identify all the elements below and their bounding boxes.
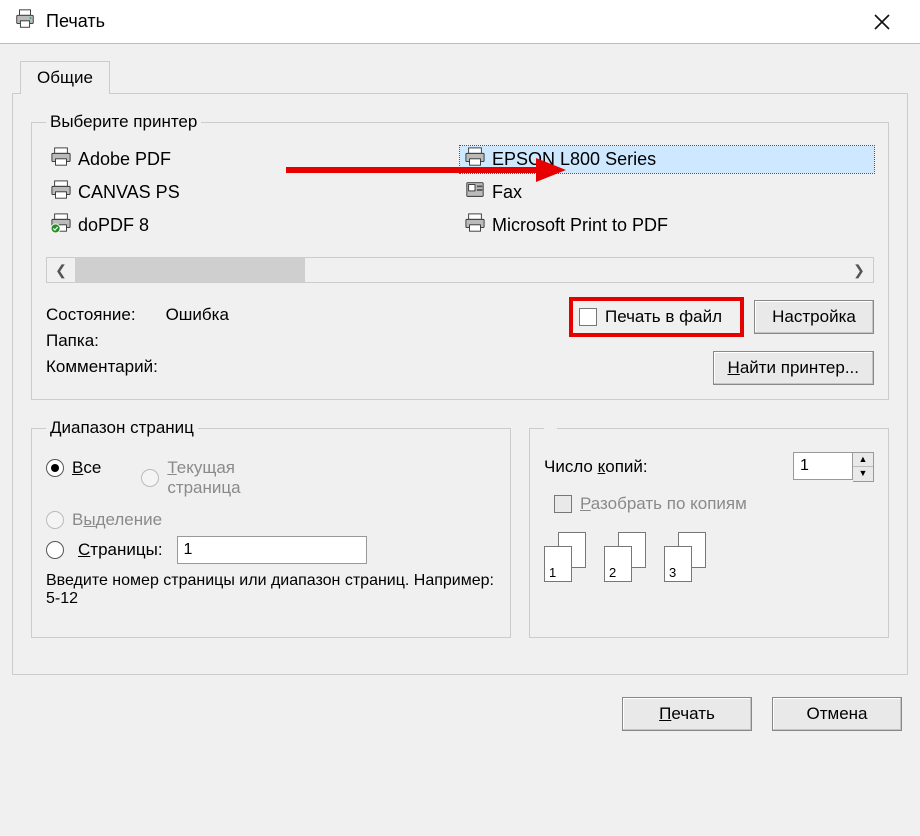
collate-checkbox (554, 495, 572, 513)
printer-label: EPSON L800 Series (492, 149, 656, 170)
status-label: Состояние: (46, 305, 136, 325)
window-title: Печать (46, 11, 852, 32)
page-range-legend: Диапазон страниц (46, 418, 198, 438)
print-dialog: Печать Общие Выберите принтер (0, 0, 920, 836)
page-range-group: Диапазон страниц Все Текущаястраница (31, 418, 511, 638)
range-current-label: Текущаястраница (167, 458, 240, 498)
printer-icon (464, 147, 486, 172)
range-selection-radio (46, 511, 64, 529)
copies-up[interactable]: ▲ (853, 453, 873, 467)
copies-group: . Число копий: ▲ ▼ (529, 418, 889, 638)
printer-item[interactable]: CANVAS PS (46, 179, 460, 206)
printer-icon (14, 8, 36, 35)
printer-icon (50, 213, 72, 238)
range-pages-label: Страницы: (78, 540, 163, 560)
printer-label: Microsoft Print to PDF (492, 215, 668, 236)
folder-label: Папка: (46, 331, 99, 350)
printer-label: Adobe PDF (78, 149, 171, 170)
status-value: Ошибка (166, 305, 229, 325)
print-to-file-label: Печать в файл (605, 307, 722, 327)
print-to-file-row: Печать в файл (569, 297, 744, 337)
tab-general[interactable]: Общие (20, 61, 110, 94)
fax-icon (464, 180, 486, 205)
printer-label: Fax (492, 182, 522, 203)
print-to-file-checkbox[interactable] (579, 308, 597, 326)
range-current-radio (141, 469, 159, 487)
scroll-thumb[interactable] (75, 258, 305, 282)
printer-list: Adobe PDF CANVAS PS doPDF 8 (46, 146, 874, 239)
printer-item[interactable]: doPDF 8 (46, 212, 460, 239)
tabs: Общие (20, 60, 908, 93)
find-printer-button[interactable]: Найти принтер... (713, 351, 874, 385)
copies-down[interactable]: ▼ (853, 467, 873, 481)
titlebar: Печать (0, 0, 920, 44)
range-all-radio[interactable] (46, 459, 64, 477)
scroll-left-arrow[interactable]: ❮ (47, 262, 75, 279)
tab-panel: Выберите принтер Adobe PDF CANVA (12, 93, 908, 675)
page-range-hint: Введите номер страницы или диапазон стра… (46, 572, 496, 608)
copies-count-label: Число копий: (544, 457, 648, 477)
printer-icon (50, 147, 72, 172)
scroll-right-arrow[interactable]: ❯ (845, 262, 873, 279)
collate-diagram: 1 1 2 2 3 3 (544, 532, 874, 582)
copies-input[interactable] (793, 452, 853, 480)
collate-label: Разобрать по копиям (580, 494, 747, 514)
comment-label: Комментарий: (46, 357, 158, 376)
copies-spinner[interactable]: ▲ ▼ (793, 452, 874, 482)
close-button[interactable] (852, 0, 912, 44)
cancel-button[interactable]: Отмена (772, 697, 902, 731)
print-button[interactable]: Печать (622, 697, 752, 731)
settings-button[interactable]: Настройка (754, 300, 874, 334)
printer-item[interactable]: Microsoft Print to PDF (460, 212, 874, 239)
dialog-buttons: Печать Отмена (12, 697, 908, 731)
printer-label: doPDF 8 (78, 215, 149, 236)
page-icon: 1 (544, 546, 572, 582)
printer-item-selected[interactable]: EPSON L800 Series (460, 146, 874, 173)
page-icon: 3 (664, 546, 692, 582)
printer-icon (50, 180, 72, 205)
range-pages-radio[interactable] (46, 541, 64, 559)
printer-group: Выберите принтер Adobe PDF CANVA (31, 112, 889, 400)
printer-label: CANVAS PS (78, 182, 180, 203)
range-all-label: Все (72, 458, 101, 478)
pages-input[interactable] (177, 536, 367, 564)
dialog-body: Общие Выберите принтер Adobe PDF (0, 44, 920, 836)
printer-group-legend: Выберите принтер (46, 112, 201, 132)
printer-item[interactable]: Fax (460, 179, 874, 206)
printer-col-right: EPSON L800 Series Fax Microsoft Print to… (460, 146, 874, 239)
printer-list-scrollbar[interactable]: ❮ ❯ (46, 257, 874, 283)
page-icon: 2 (604, 546, 632, 582)
printer-col-left: Adobe PDF CANVAS PS doPDF 8 (46, 146, 460, 239)
printer-item[interactable]: Adobe PDF (46, 146, 460, 173)
printer-icon (464, 213, 486, 238)
range-selection-label: Выделение (72, 510, 162, 530)
